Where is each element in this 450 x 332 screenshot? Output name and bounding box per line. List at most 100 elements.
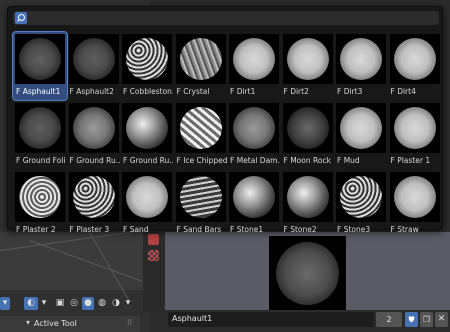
brush-label: F Dirt2	[283, 87, 309, 96]
brush-item[interactable]: F Sand	[120, 170, 174, 238]
duplicate-icon[interactable]: ❐	[420, 312, 433, 327]
brush-item[interactable]: F Stone1	[227, 170, 281, 238]
brush-label: F Crystal	[176, 87, 210, 96]
brush-name-field[interactable]: Asphault1	[168, 312, 374, 327]
brush-item[interactable]: F Straw	[388, 170, 442, 238]
solid-shading-icon[interactable]: ●	[82, 297, 94, 310]
brush-label: F Dirt1	[230, 87, 256, 96]
panel-title: Active Tool	[34, 319, 77, 328]
brush-label: F Moon Rock	[283, 156, 331, 165]
brush-texture-preview	[179, 107, 222, 149]
brush-thumbnail	[15, 172, 65, 222]
brush-thumbnail	[175, 172, 226, 222]
fake-user-shield-icon[interactable]: ⛊	[405, 312, 418, 327]
brush-label: F Plaster 2	[16, 225, 56, 234]
brush-thumbnail	[68, 34, 119, 84]
search-field[interactable]	[13, 11, 439, 25]
close-icon[interactable]: ✕	[435, 312, 448, 327]
brush-texture-preview	[393, 107, 436, 149]
brush-thumbnail	[122, 34, 172, 84]
mode-dropdown-icon[interactable]: ▾	[0, 297, 10, 310]
brush-item[interactable]: F Metal Dam...	[227, 101, 281, 169]
brush-item[interactable]: F Dirt4	[388, 32, 442, 100]
brush-texture-preview	[179, 38, 222, 80]
brush-item[interactable]: F Plaster 2	[13, 170, 67, 238]
brush-label: F Sand Bars	[176, 225, 222, 234]
viewport-floor	[0, 232, 150, 290]
brush-texture-preview	[126, 38, 168, 80]
brush-item[interactable]: F Plaster 3	[67, 170, 121, 238]
brush-item[interactable]: F Crystal	[174, 32, 228, 100]
brush-item[interactable]: F Stone3	[334, 170, 388, 238]
brush-label: F Plaster 3	[69, 225, 110, 234]
brush-item[interactable]: F Stone2	[281, 170, 335, 238]
brush-label: F Cobbleston...	[123, 87, 173, 96]
brush-thumbnail	[229, 103, 279, 153]
brush-item[interactable]: F Asphault1	[12, 31, 68, 101]
brush-item[interactable]: F Ground Foli...	[13, 101, 67, 169]
brush-thumbnail	[122, 172, 172, 222]
brush-item[interactable]: F Ice Chipped	[174, 101, 228, 169]
active-tool-panel-header[interactable]: ▾ Active Tool ⁝⁝	[0, 316, 140, 332]
brush-label: F Mud	[337, 156, 360, 165]
brush-thumbnail	[282, 103, 333, 153]
brush-texture-preview	[126, 107, 168, 149]
brush-item[interactable]: F Mud	[334, 101, 388, 169]
brush-thumbnail	[229, 34, 279, 84]
texture-preview-image	[269, 236, 346, 310]
brush-texture-preview	[179, 176, 222, 218]
checker-texture-icon[interactable]	[148, 250, 159, 261]
search-input[interactable]	[30, 11, 435, 25]
brush-item[interactable]: F Ground Ru...	[120, 101, 174, 169]
brush-browser-popup: F Asphault1 F Asphault2 F Cobbleston...F C…	[7, 6, 443, 234]
brush-label: F Dirt4	[390, 87, 416, 96]
brush-thumbnail	[68, 103, 119, 153]
brush-texture-preview	[19, 107, 61, 149]
brush-thumbnail	[15, 34, 65, 84]
brush-label: F Sand	[123, 225, 149, 234]
wireframe-shading-icon[interactable]: ◎	[68, 297, 80, 310]
brush-texture-preview	[126, 176, 168, 218]
brush-thumbnail	[389, 103, 440, 153]
brush-texture-preview	[72, 107, 115, 149]
brush-texture-preview	[286, 107, 329, 149]
brush-thumbnail	[336, 172, 386, 222]
brush-item[interactable]: F Sand Bars	[174, 170, 228, 238]
brush-thumbnail	[122, 103, 172, 153]
brush-thumbnail	[68, 172, 119, 222]
brush-thumbnail	[336, 103, 386, 153]
brush-item[interactable]: F Cobbleston...	[120, 32, 174, 100]
brush-thumbnail	[175, 34, 226, 84]
brush-item[interactable]: F Dirt2	[281, 32, 335, 100]
brush-texture-preview	[340, 107, 382, 149]
brush-label: F Asphault1	[16, 87, 61, 96]
chevron-down-icon[interactable]: ▾	[124, 297, 132, 310]
brush-texture-preview	[72, 176, 115, 218]
render-shading-icon[interactable]: ◑	[110, 297, 122, 310]
brush-label: F Stone2	[283, 225, 317, 234]
brush-texture-preview	[286, 176, 329, 218]
chevron-down-icon: ▾	[26, 318, 31, 327]
brush-item[interactable]: F Dirt3	[334, 32, 388, 100]
brush-item[interactable]: F Ground Ru...	[67, 101, 121, 169]
drag-handle-icon[interactable]: ⁝⁝	[127, 318, 132, 327]
brush-item[interactable]: F Plaster 1	[388, 101, 442, 169]
xray-icon[interactable]: ▣	[54, 297, 66, 310]
material-shading-icon[interactable]: ◍	[96, 297, 108, 310]
brush-item[interactable]: F Moon Rock	[281, 101, 335, 169]
chevron-down-icon[interactable]: ▾	[40, 297, 48, 310]
brush-label: F Asphault2	[69, 87, 114, 96]
user-count-field[interactable]: 2	[376, 312, 402, 327]
brush-texture-preview	[233, 38, 275, 80]
brush-item[interactable]: F Dirt1	[227, 32, 281, 100]
brush-texture-preview	[233, 107, 275, 149]
overlay-icon[interactable]: ◐	[24, 297, 38, 310]
brush-label: F Stone3	[337, 225, 371, 234]
viewport-header-toolbar: ▾ ◐ ▾ ▣ ◎ ● ◍ ◑ ▾	[0, 296, 140, 312]
search-icon	[15, 12, 27, 24]
brush-label: F Straw	[390, 225, 419, 234]
brush-item[interactable]: F Asphault2	[67, 32, 121, 100]
brush-texture-preview	[393, 38, 436, 80]
brush-label: F Stone1	[230, 225, 264, 234]
brush-thumbnail	[282, 172, 333, 222]
